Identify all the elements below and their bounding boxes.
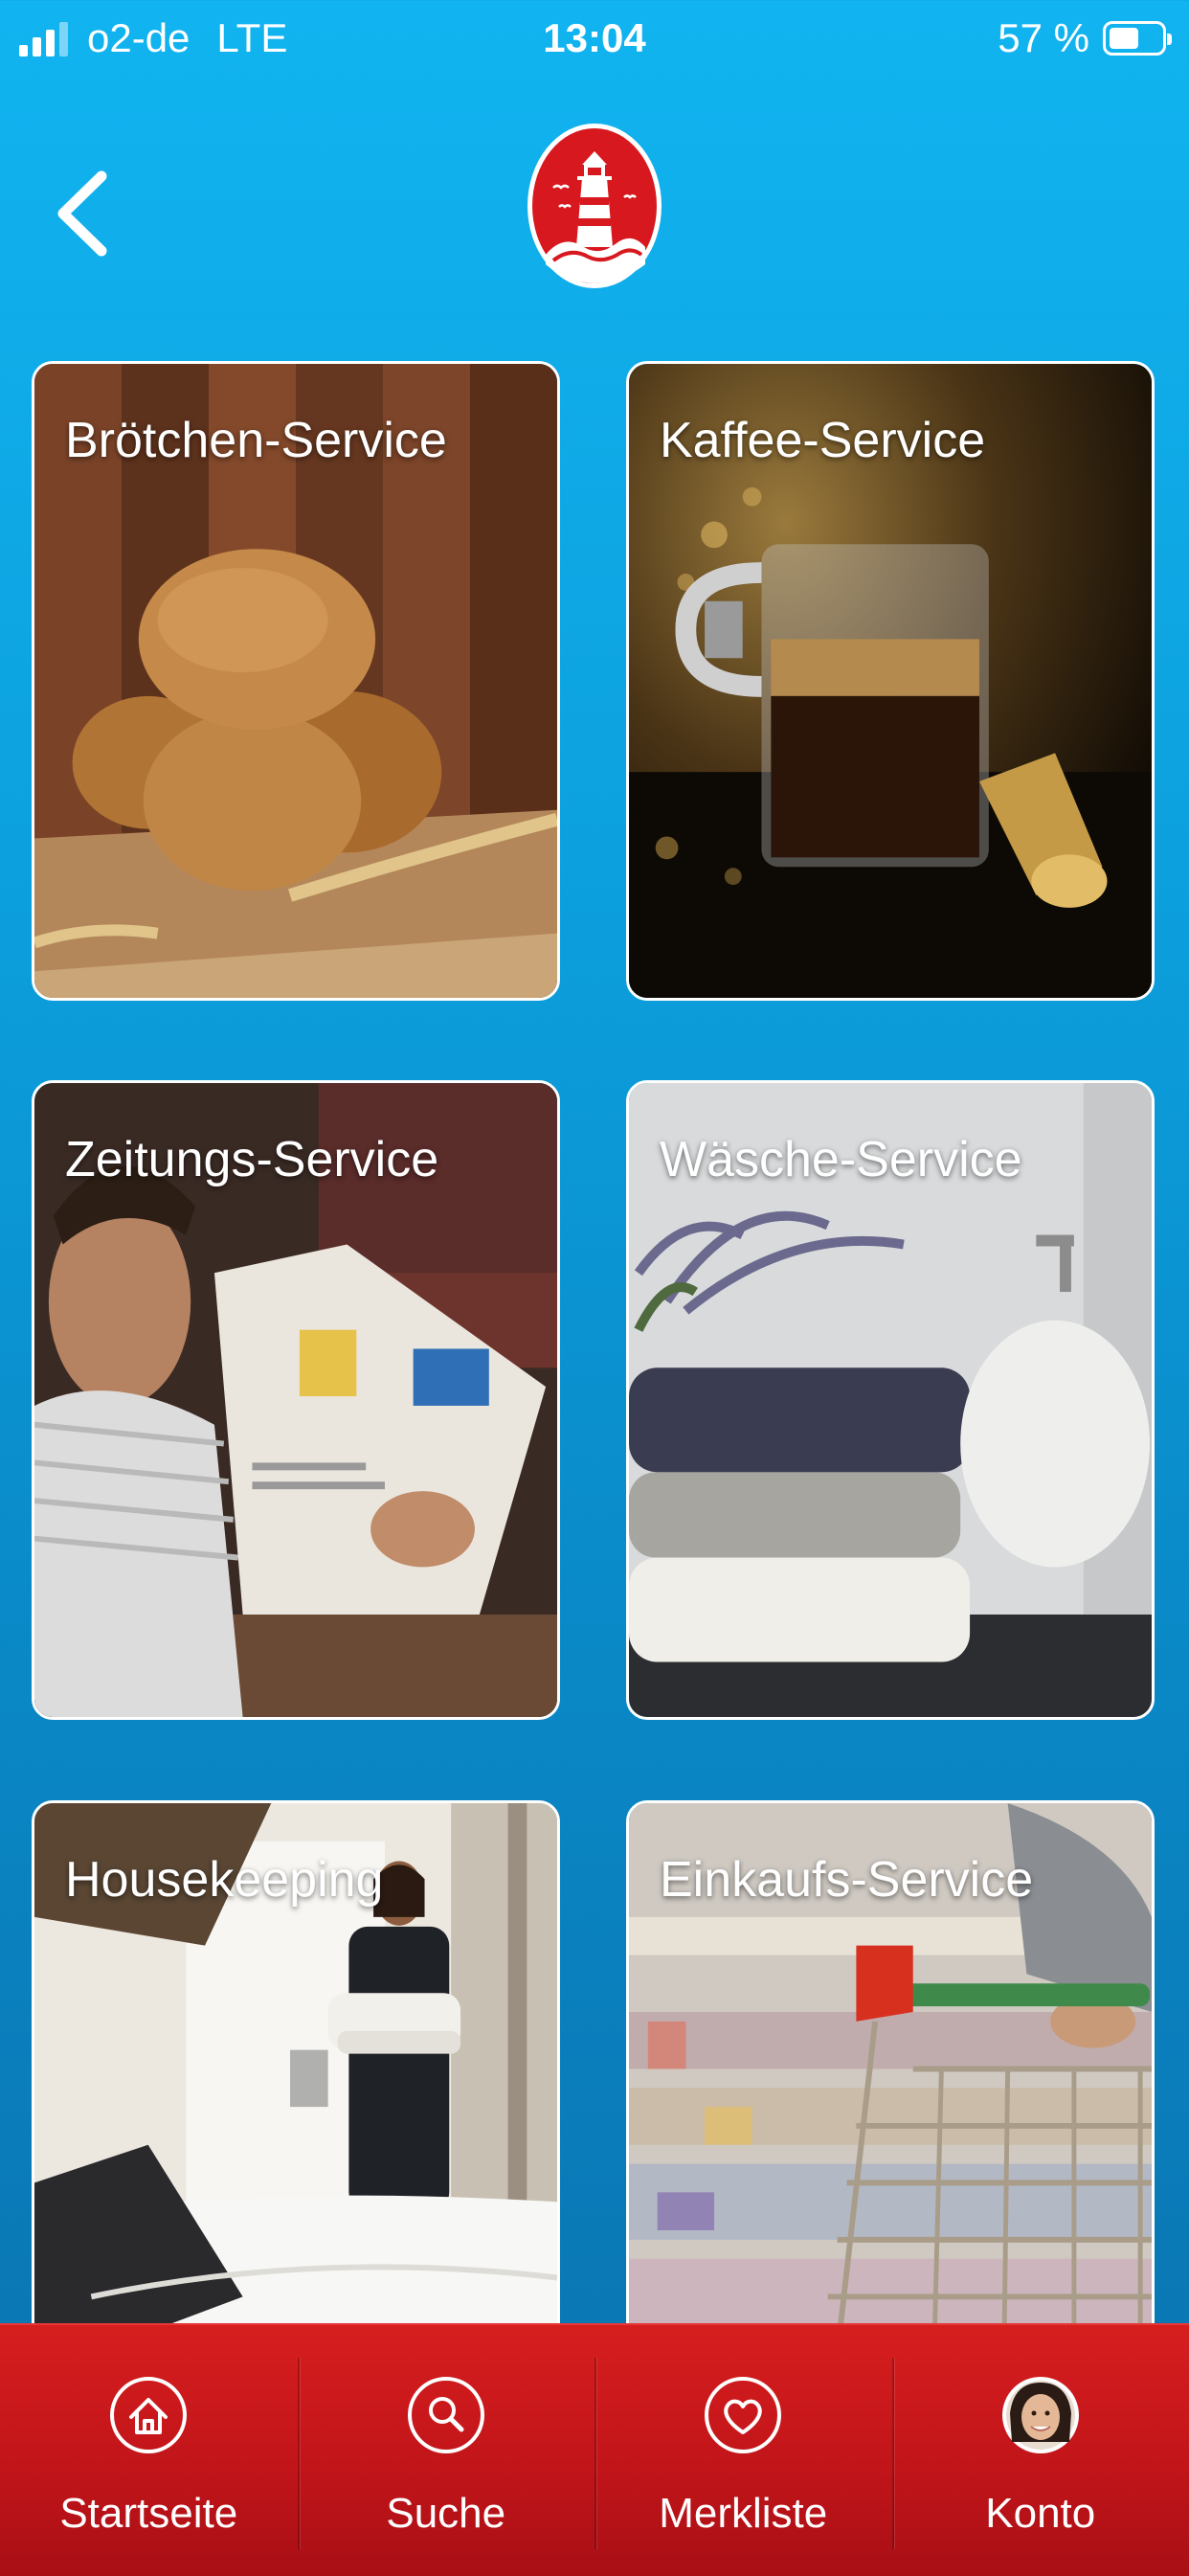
service-title: Wäsche-Service (660, 1131, 1022, 1188)
service-title: Einkaufs-Service (660, 1851, 1033, 1909)
bottom-tab-bar: Startseite Suche Merkliste Konto (0, 2323, 1189, 2576)
search-icon (406, 2375, 486, 2455)
service-card-zeitung[interactable]: Zeitungs-Service (32, 1080, 560, 1720)
service-card-kaffee[interactable]: Kaffee-Service (626, 361, 1155, 1001)
tab-startseite[interactable]: Startseite (0, 2325, 298, 2576)
tab-label: Startseite (0, 2490, 298, 2538)
tab-label: Suche (298, 2490, 595, 2538)
service-grid: Brötchen-Service (0, 0, 1189, 2574)
tab-label: Merkliste (594, 2490, 892, 2538)
service-title: Housekeeping (65, 1851, 383, 1909)
tab-label: Konto (892, 2490, 1189, 2538)
service-title: Zeitungs-Service (65, 1131, 438, 1188)
service-card-waesche[interactable]: Wäsche-Service (626, 1080, 1155, 1720)
service-title: Kaffee-Service (660, 412, 985, 469)
home-icon (108, 2375, 189, 2455)
avatar (1000, 2375, 1081, 2455)
service-card-broetchen[interactable]: Brötchen-Service (32, 361, 560, 1001)
tab-merkliste[interactable]: Merkliste (594, 2325, 892, 2576)
tab-konto[interactable]: Konto (892, 2325, 1189, 2576)
heart-icon (703, 2375, 783, 2455)
service-title: Brötchen-Service (65, 412, 447, 469)
tab-suche[interactable]: Suche (298, 2325, 595, 2576)
